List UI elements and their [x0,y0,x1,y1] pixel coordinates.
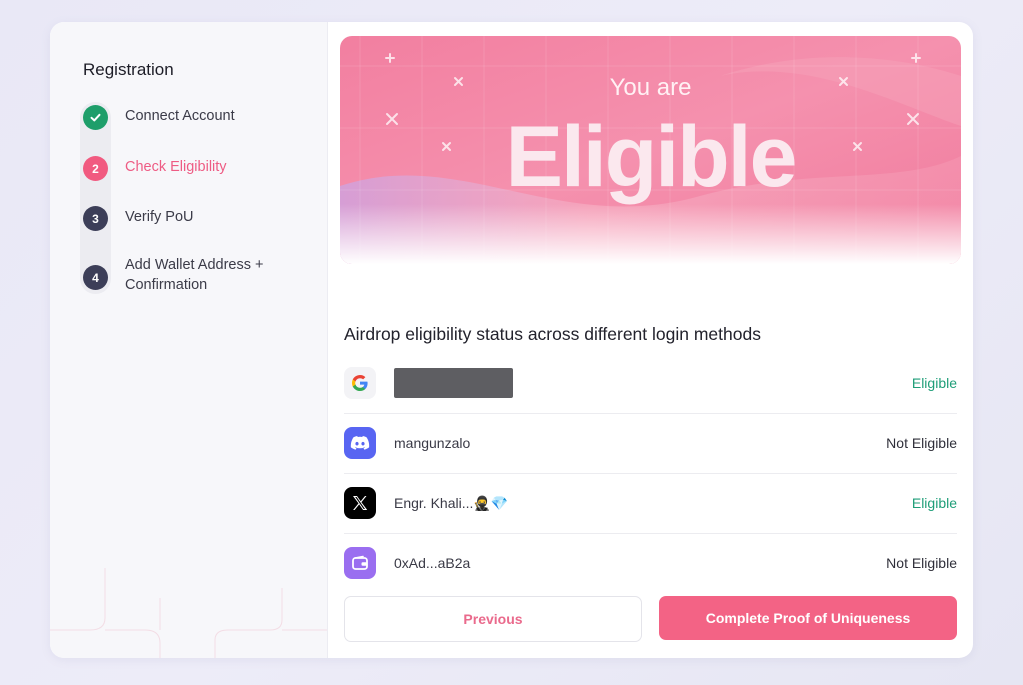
step-add-wallet[interactable]: 4 Add Wallet Address + Confirmation [83,255,264,295]
step-label: Verify PoU [125,209,194,225]
eligibility-row-wallet: 0xAd...aB2a Not Eligible [344,533,957,593]
eligibility-row-discord: mangunzalo Not Eligible [344,413,957,474]
registration-sidebar: Registration Connect Account 2 Check Eli… [50,22,328,658]
eligibility-row-x: Engr. Khali...🥷💎 Eligible [344,473,957,534]
google-icon [344,367,376,399]
step-label: Connect Account [125,108,235,124]
redacted-account-name [394,368,513,398]
discord-icon [344,427,376,459]
status-badge: Eligible [911,375,957,391]
step-connect-account[interactable]: Connect Account [83,105,235,130]
step-number: 2 [83,156,108,181]
x-icon [344,487,376,519]
step-check-eligibility[interactable]: 2 Check Eligibility [83,156,227,181]
step-label: Check Eligibility [125,159,227,175]
step-label: Add Wallet Address + Confirmation [125,255,264,295]
step-number: 3 [83,206,108,231]
account-name: Engr. Khali...🥷💎 [394,494,509,511]
step-label-line1: Add Wallet Address + [125,257,264,273]
eligibility-title: Airdrop eligibility status across differ… [344,324,761,344]
main-panel: You are Eligible Airdrop eligibility sta… [328,22,973,658]
status-badge: Not Eligible [886,555,957,571]
registration-card: Registration Connect Account 2 Check Eli… [50,22,973,658]
eligibility-row-google: Eligible [344,353,957,414]
previous-button[interactable]: Previous [344,596,642,642]
banner-headline: Eligible [505,109,798,205]
eligibility-banner: You are Eligible [340,36,961,264]
step-label-line2: Confirmation [125,277,208,293]
circuit-decoration [50,568,327,658]
check-icon [83,105,108,130]
complete-proof-button[interactable]: Complete Proof of Uniqueness [659,596,957,640]
status-badge: Eligible [911,495,957,511]
status-badge: Not Eligible [886,435,957,451]
step-number: 4 [83,265,108,290]
banner-subtitle: You are [609,74,692,101]
account-name: mangunzalo [394,435,471,451]
account-name: 0xAd...aB2a [394,555,471,571]
wallet-icon [344,547,376,579]
sidebar-title: Registration [83,60,174,79]
step-verify-pou[interactable]: 3 Verify PoU [83,206,194,231]
banner-fade [340,204,961,264]
